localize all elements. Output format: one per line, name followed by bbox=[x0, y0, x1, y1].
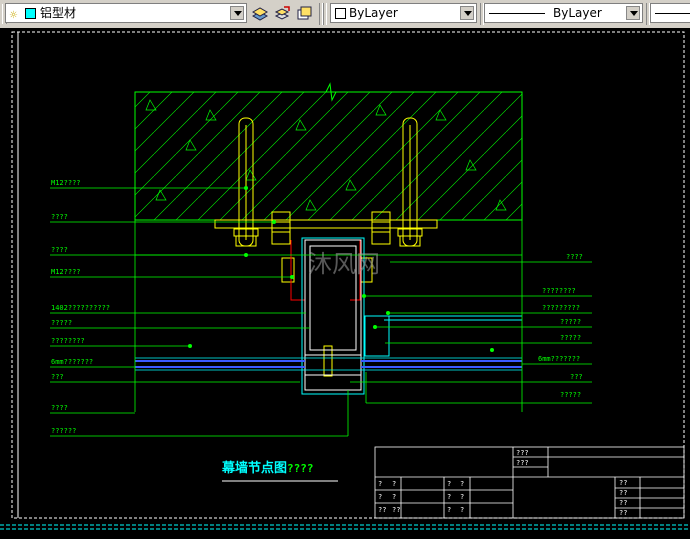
tb-cell-14: ? bbox=[460, 506, 464, 514]
label-left-4: M12???? bbox=[51, 268, 81, 276]
label-right-5: ????? bbox=[560, 334, 581, 342]
drawing-title-cn: 幕墙节点图 bbox=[221, 460, 287, 476]
tb-cell-18: ?? bbox=[619, 509, 627, 517]
label-left-11: ?????? bbox=[51, 427, 76, 435]
label-right-3: ????????? bbox=[542, 304, 580, 312]
tb-cell-9: ? bbox=[447, 480, 451, 488]
tb-cell-6: ? bbox=[392, 493, 396, 501]
connection-bolts bbox=[271, 211, 391, 377]
layer-manager-icon[interactable] bbox=[250, 4, 270, 23]
layer-color-swatch bbox=[25, 8, 36, 19]
color-value: ByLayer bbox=[349, 6, 398, 20]
tb-cell-13: ? bbox=[447, 506, 451, 514]
label-left-6: ????? bbox=[51, 319, 72, 327]
label-right-2: ???????? bbox=[542, 287, 576, 295]
label-right-4: ????? bbox=[560, 318, 581, 326]
glass-panel bbox=[135, 357, 522, 371]
tb-cell-2: ??? bbox=[516, 459, 529, 467]
concrete-slab bbox=[134, 91, 523, 221]
drawing-title-suffix: ???? bbox=[287, 462, 314, 475]
title-block bbox=[374, 446, 685, 519]
linetype-preview bbox=[489, 13, 545, 14]
color-dropdown[interactable]: ByLayer bbox=[330, 3, 477, 23]
drawing-canvas[interactable]: M12???? ???? ???? M12???? 1402??????????… bbox=[0, 28, 690, 535]
left-labels: M12???? ???? ???? M12???? 1402??????????… bbox=[51, 179, 110, 435]
tb-cell-5: ? bbox=[378, 493, 382, 501]
layer-name: 铝型材 bbox=[40, 6, 77, 20]
tb-cell-8: ?? bbox=[392, 506, 400, 514]
watermark: 沐风网 bbox=[308, 250, 380, 278]
label-left-2: ???? bbox=[51, 213, 68, 221]
label-right-6: 6mm??????? bbox=[538, 355, 580, 363]
left-leader-lines bbox=[50, 187, 348, 437]
right-leader-lines bbox=[350, 261, 592, 404]
properties-toolbar: ☼ 铝型材 ByLayer ByLayer bbox=[0, 0, 690, 29]
lineweight-dropdown[interactable] bbox=[650, 3, 690, 23]
label-left-9: ??? bbox=[51, 373, 64, 381]
tb-cell-3: ? bbox=[378, 480, 382, 488]
anchor-plate bbox=[214, 219, 438, 229]
chevron-down-icon[interactable] bbox=[626, 6, 640, 20]
label-right-8: ????? bbox=[560, 391, 581, 399]
layer-previous-icon[interactable] bbox=[272, 4, 292, 23]
layer-visibility-icon: ☼ bbox=[9, 10, 18, 21]
chevron-down-icon[interactable] bbox=[460, 6, 474, 20]
label-left-1: M12???? bbox=[51, 179, 81, 187]
tb-cell-7: ?? bbox=[378, 506, 386, 514]
layer-dropdown[interactable]: ☼ 铝型材 bbox=[5, 3, 247, 23]
label-left-3: ???? bbox=[51, 246, 68, 254]
tb-cell-11: ? bbox=[447, 493, 451, 501]
label-right-1: ???? bbox=[566, 253, 583, 261]
chevron-down-icon[interactable] bbox=[230, 6, 244, 20]
toolbar-separator bbox=[323, 3, 327, 25]
label-left-8: 6mm??????? bbox=[51, 358, 93, 366]
right-labels: ???? ???????? ????????? ????? ????? 6mm?… bbox=[538, 253, 583, 399]
tb-cell-4: ? bbox=[392, 480, 396, 488]
label-left-5: 1402?????????? bbox=[51, 304, 110, 312]
title-block-text: ??? ??? ? ? ? ? ?? ?? ? ? ? ? ? ? ?? ?? … bbox=[378, 449, 627, 517]
label-left-10: ???? bbox=[51, 404, 68, 412]
tb-cell-17: ?? bbox=[619, 499, 627, 507]
cad-drawing: M12???? ???? ???? M12???? 1402??????????… bbox=[0, 31, 690, 530]
tb-cell-1: ??? bbox=[516, 449, 529, 457]
linetype-dropdown[interactable]: ByLayer bbox=[484, 3, 643, 23]
tb-cell-12: ? bbox=[460, 493, 464, 501]
color-swatch bbox=[335, 8, 346, 19]
tb-cell-15: ?? bbox=[619, 479, 627, 487]
tb-cell-16: ?? bbox=[619, 489, 627, 497]
drawing-title: 幕墙节点图???? bbox=[221, 460, 314, 476]
lineweight-preview bbox=[655, 13, 690, 14]
tb-cell-10: ? bbox=[460, 480, 464, 488]
linetype-value: ByLayer bbox=[553, 6, 602, 20]
label-right-7: ??? bbox=[570, 373, 583, 381]
label-left-7: ???????? bbox=[51, 337, 85, 345]
layer-state-icon[interactable] bbox=[294, 4, 314, 23]
